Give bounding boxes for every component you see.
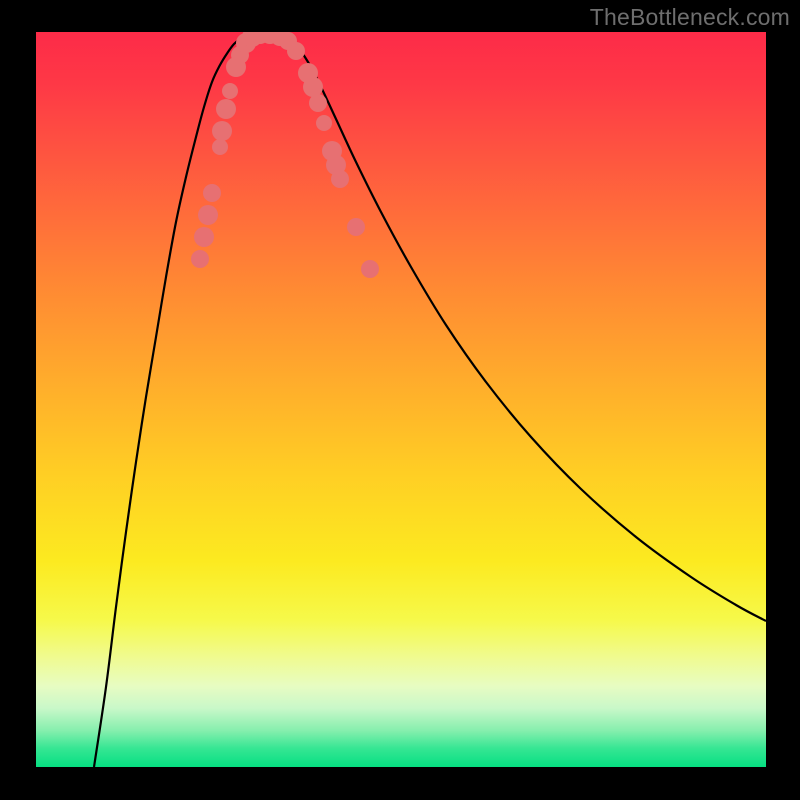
data-point <box>347 218 365 236</box>
plot-area <box>36 32 766 767</box>
chart-frame: TheBottleneck.com <box>0 0 800 800</box>
data-point <box>212 121 232 141</box>
data-point <box>361 260 379 278</box>
data-point <box>316 115 332 131</box>
bottleneck-curve <box>94 33 766 767</box>
data-point <box>331 170 349 188</box>
data-point <box>222 83 238 99</box>
data-point <box>198 205 218 225</box>
data-point <box>287 42 305 60</box>
data-point <box>212 139 228 155</box>
chart-svg <box>36 32 766 767</box>
data-point <box>203 184 221 202</box>
data-point <box>303 77 323 97</box>
data-point <box>216 99 236 119</box>
data-point <box>191 250 209 268</box>
data-points <box>191 32 379 278</box>
watermark-text: TheBottleneck.com <box>590 4 790 31</box>
data-point <box>194 227 214 247</box>
data-point <box>309 94 327 112</box>
